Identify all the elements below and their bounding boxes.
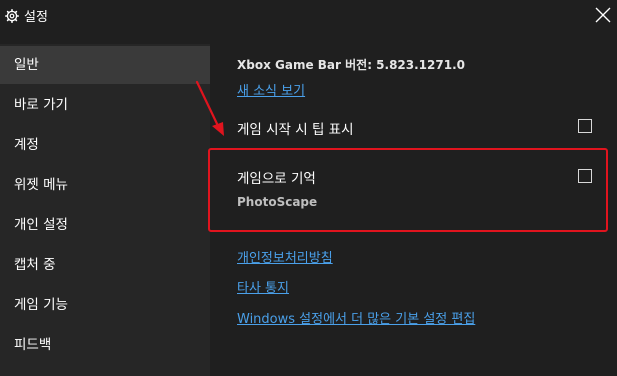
whats-new-link[interactable]: 새 소식 보기 xyxy=(237,80,305,99)
highlight-box xyxy=(208,148,608,232)
sidebar-item-personalization[interactable]: 개인 설정 xyxy=(0,206,210,244)
sidebar-item-account[interactable]: 계정 xyxy=(0,126,210,164)
sidebar-item-general[interactable]: 일반 xyxy=(0,46,210,84)
close-icon xyxy=(595,7,611,23)
annotation-arrow xyxy=(195,80,224,136)
close-button[interactable] xyxy=(592,4,614,26)
settings-window: 설정 일반 바로 가기 계정 위젯 메뉴 개인 설정 캡처 중 게임 기능 피드… xyxy=(0,0,617,376)
sidebar-item-feedback[interactable]: 피드백 xyxy=(0,326,210,364)
third-party-notices-link[interactable]: 타사 통지 xyxy=(237,277,289,296)
title-bar: 설정 xyxy=(0,0,617,30)
show-tips-checkbox[interactable] xyxy=(578,119,592,133)
gear-icon xyxy=(5,8,19,23)
window-title: 설정 xyxy=(24,10,48,25)
settings-sidebar: 일반 바로 가기 계정 위젯 메뉴 개인 설정 캡처 중 게임 기능 피드백 xyxy=(0,44,210,376)
windows-settings-link[interactable]: Windows 설정에서 더 많은 기본 설정 편집 xyxy=(237,308,475,327)
sidebar-item-widget-menu[interactable]: 위젯 메뉴 xyxy=(0,166,210,204)
sidebar-item-gaming-features[interactable]: 게임 기능 xyxy=(0,286,210,324)
version-text: Xbox Game Bar 버전: 5.823.1271.0 xyxy=(237,58,465,72)
sidebar-item-capturing[interactable]: 캡처 중 xyxy=(0,246,210,284)
privacy-policy-link[interactable]: 개인정보처리방침 xyxy=(237,247,333,266)
sidebar-item-shortcuts[interactable]: 바로 가기 xyxy=(0,86,210,124)
show-tips-label: 게임 시작 시 팁 표시 xyxy=(237,122,354,138)
